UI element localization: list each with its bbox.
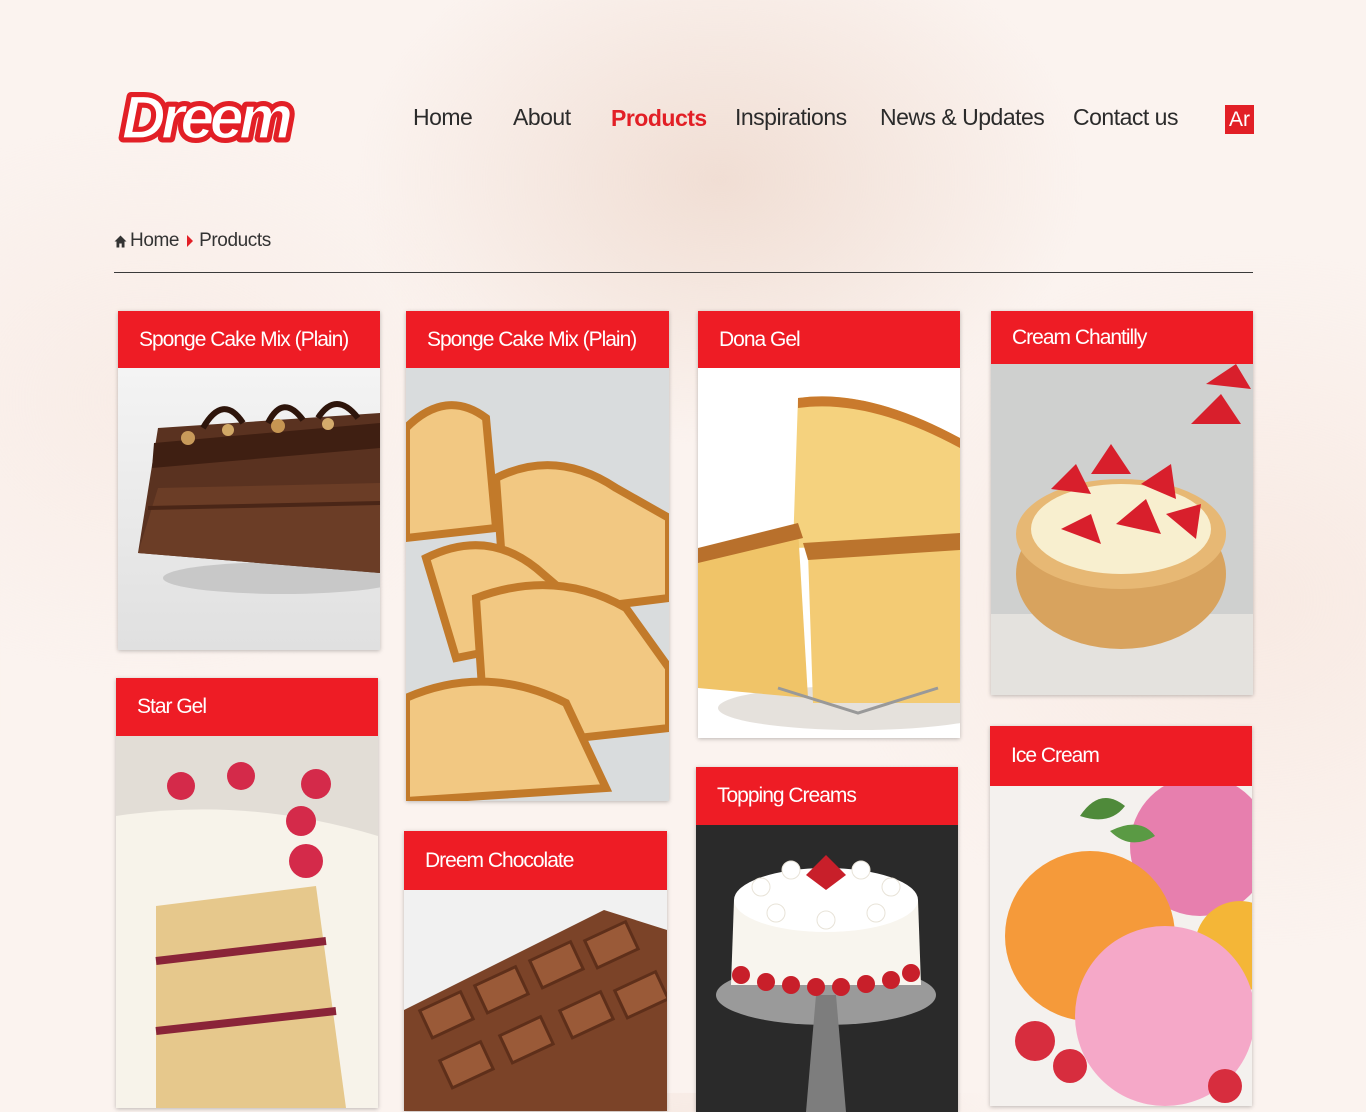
- language-toggle-button[interactable]: Ar: [1225, 105, 1254, 134]
- nav-inspirations[interactable]: Inspirations: [735, 104, 847, 131]
- home-icon: [114, 235, 127, 247]
- breadcrumb: Home Products: [114, 230, 271, 252]
- nav-products[interactable]: Products: [611, 105, 707, 132]
- sponge-cake-image: [698, 368, 960, 738]
- nav-about[interactable]: About: [513, 104, 571, 131]
- product-card-sponge-cake-mix-1[interactable]: Sponge Cake Mix (Plain): [118, 311, 380, 650]
- product-card-sponge-cake-mix-2[interactable]: Sponge Cake Mix (Plain): [406, 311, 669, 801]
- ice-cream-image: [990, 786, 1252, 1106]
- breadcrumb-home-link[interactable]: Home: [130, 230, 179, 252]
- product-title: Topping Creams: [696, 767, 958, 825]
- breadcrumb-current: Products: [199, 230, 271, 251]
- product-card-dona-gel[interactable]: Dona Gel: [698, 311, 960, 738]
- strawberry-tart-image: [991, 364, 1253, 695]
- product-title: Dona Gel: [698, 311, 960, 368]
- strawberry-cream-cake-image: [696, 825, 958, 1112]
- product-title: Star Gel: [116, 678, 378, 736]
- product-title: Sponge Cake Mix (Plain): [406, 311, 669, 368]
- product-card-topping-creams[interactable]: Topping Creams: [696, 767, 958, 1112]
- pound-cake-image: [406, 368, 669, 801]
- product-card-star-gel[interactable]: Star Gel: [116, 678, 378, 1108]
- product-title: Ice Cream: [990, 726, 1252, 786]
- product-card-cream-chantilly[interactable]: Cream Chantilly: [991, 311, 1253, 695]
- nav-contact-us[interactable]: Contact us: [1073, 104, 1178, 131]
- nav-news-updates[interactable]: News & Updates: [880, 104, 1045, 131]
- product-card-ice-cream[interactable]: Ice Cream: [990, 726, 1252, 1106]
- chevron-right-icon: [187, 235, 194, 247]
- chocolate-cake-image: [118, 368, 380, 650]
- product-title: Dreem Chocolate: [404, 831, 667, 890]
- header-divider: [114, 272, 1253, 273]
- chocolate-bar-image: [404, 890, 667, 1111]
- raspberry-cake-image: [116, 736, 378, 1108]
- product-title: Cream Chantilly: [991, 311, 1253, 364]
- svg-text:Dreem: Dreem: [122, 84, 290, 146]
- dreem-logo[interactable]: Dreem Dreem Dreem: [118, 82, 300, 146]
- product-card-dreem-chocolate[interactable]: Dreem Chocolate: [404, 831, 667, 1111]
- nav-home[interactable]: Home: [413, 104, 473, 131]
- product-title: Sponge Cake Mix (Plain): [118, 311, 380, 368]
